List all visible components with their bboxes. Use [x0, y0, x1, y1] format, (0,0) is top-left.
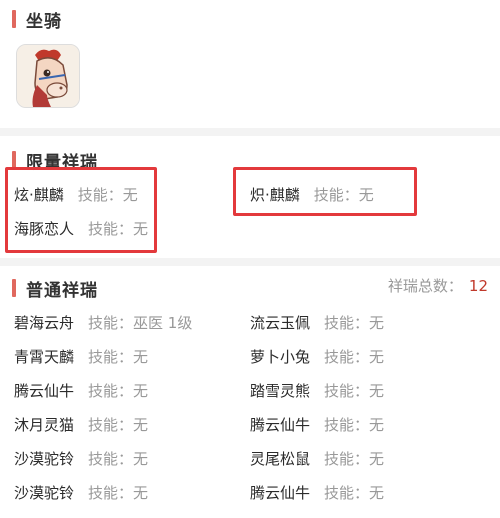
horse-mount-icon[interactable]: [16, 44, 80, 108]
highlight-box: [233, 167, 417, 216]
normal-item[interactable]: 腾云仙牛 技能：无: [14, 380, 148, 401]
highlight-box: [5, 167, 157, 253]
normal-item[interactable]: 青霄天麟 技能：无: [14, 346, 148, 367]
item-name: 沐月灵猫: [14, 416, 75, 434]
item-name: 流云玉佩: [250, 314, 311, 332]
normal-item[interactable]: 腾云仙牛 技能：无: [250, 482, 384, 503]
normal-item[interactable]: 沐月灵猫 技能：无: [14, 414, 148, 435]
item-skill: 技能：无: [324, 416, 385, 434]
total-count: 祥瑞总数： 12: [388, 275, 488, 296]
item-name: 沙漠驼铃: [14, 450, 75, 468]
normal-item[interactable]: 腾云仙牛 技能：无: [250, 414, 384, 435]
total-label: 祥瑞总数：: [387, 277, 463, 295]
item-name: 腾云仙牛: [14, 382, 75, 400]
item-skill: 技能：无: [88, 450, 149, 468]
normal-item[interactable]: 踏雪灵熊 技能：无: [250, 380, 384, 401]
mount-section-header: 坐骑: [0, 6, 62, 32]
item-skill: 技能：无: [88, 416, 149, 434]
normal-item[interactable]: 沙漠驼铃 技能：无: [14, 482, 148, 503]
section-divider: [0, 128, 500, 136]
item-skill: 技能：无: [324, 314, 385, 332]
normal-section-header: 普通祥瑞: [0, 275, 98, 301]
section-divider: [0, 258, 500, 266]
total-value: 12: [468, 277, 488, 295]
item-skill: 技能：无: [324, 450, 385, 468]
item-skill: 技能：无: [324, 484, 385, 502]
section-marker: [12, 279, 16, 297]
item-name: 沙漠驼铃: [14, 484, 75, 502]
mount-section-title: 坐骑: [26, 11, 62, 32]
normal-item[interactable]: 流云玉佩 技能：无: [250, 312, 384, 333]
item-name: 萝卜小兔: [250, 348, 311, 366]
normal-item[interactable]: 萝卜小兔 技能：无: [250, 346, 384, 367]
item-name: 腾云仙牛: [250, 416, 311, 434]
item-skill: 技能：巫医 1级: [88, 314, 193, 332]
item-name: 碧海云舟: [14, 314, 75, 332]
section-marker: [12, 10, 16, 28]
normal-section-title: 普通祥瑞: [26, 280, 98, 301]
item-skill: 技能：无: [324, 348, 385, 366]
item-skill: 技能：无: [324, 382, 385, 400]
normal-item[interactable]: 沙漠驼铃 技能：无: [14, 448, 148, 469]
item-skill: 技能：无: [88, 484, 149, 502]
item-name: 腾云仙牛: [250, 484, 311, 502]
normal-item[interactable]: 灵尾松鼠 技能：无: [250, 448, 384, 469]
item-skill: 技能：无: [88, 348, 149, 366]
item-name: 青霄天麟: [14, 348, 75, 366]
item-name: 灵尾松鼠: [250, 450, 311, 468]
item-skill: 技能：无: [88, 382, 149, 400]
normal-item[interactable]: 碧海云舟 技能：巫医 1级: [14, 312, 192, 333]
item-name: 踏雪灵熊: [250, 382, 311, 400]
